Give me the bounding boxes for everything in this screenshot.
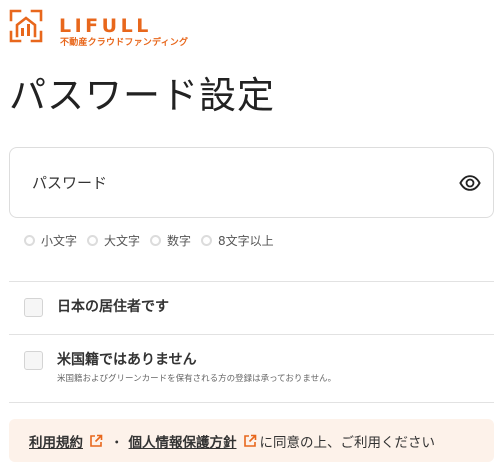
rule-length: 8文字以上 bbox=[201, 232, 274, 249]
residency-label: 日本の居住者です bbox=[57, 299, 169, 315]
password-field[interactable] bbox=[9, 147, 494, 218]
rule-label: 小文字 bbox=[41, 233, 78, 248]
privacy-policy-link[interactable]: 個人情報保護方針 bbox=[129, 431, 237, 451]
brand-subtitle: 不動産クラウドファンディング bbox=[60, 38, 189, 48]
agreement-suffix: に同意の上、ご利用ください bbox=[259, 434, 436, 451]
nationality-checkbox[interactable] bbox=[24, 351, 43, 370]
rule-label: 数字 bbox=[167, 233, 192, 248]
divider bbox=[9, 402, 494, 403]
house-logo-icon bbox=[9, 9, 43, 43]
rule-number: 数字 bbox=[150, 232, 191, 249]
divider bbox=[9, 281, 494, 282]
external-link-icon[interactable] bbox=[89, 434, 103, 448]
eye-icon[interactable] bbox=[459, 173, 481, 193]
nationality-label: 米国籍ではありません bbox=[57, 352, 197, 368]
password-rules: 小文字 大文字 数字 8文字以上 bbox=[24, 232, 284, 248]
divider bbox=[9, 334, 494, 335]
terms-link[interactable]: 利用規約 bbox=[29, 431, 83, 451]
nationality-note: 米国籍およびグリーンカードを保有される方の登録は承っておりません。 bbox=[57, 374, 337, 384]
rule-indicator-icon bbox=[24, 234, 35, 246]
rule-indicator-icon bbox=[87, 234, 99, 246]
rule-lowercase: 小文字 bbox=[24, 232, 77, 249]
rule-uppercase: 大文字 bbox=[87, 232, 140, 249]
external-link-icon[interactable] bbox=[243, 434, 257, 448]
nationality-check-row[interactable]: 米国籍ではありません 米国籍およびグリーンカードを保有される方の登録は承っており… bbox=[24, 351, 336, 384]
residency-check-row[interactable]: 日本の居住者です bbox=[24, 298, 169, 317]
agreement-notice: 利用規約 ・ 個人情報保護方針 に同意の上、ご利用ください bbox=[9, 419, 494, 462]
lifull-logo: LIFULL 不動産クラウドファンディング bbox=[9, 9, 209, 48]
rule-label: 大文字 bbox=[104, 233, 141, 248]
rule-indicator-icon bbox=[150, 234, 162, 246]
page-title: パスワード設定 bbox=[9, 74, 275, 117]
password-input[interactable] bbox=[32, 168, 432, 198]
rule-label: 8文字以上 bbox=[218, 233, 274, 248]
brand-name: LIFULL bbox=[59, 15, 152, 37]
residency-checkbox[interactable] bbox=[24, 298, 43, 317]
separator: ・ bbox=[110, 434, 124, 451]
rule-indicator-icon bbox=[201, 234, 213, 246]
